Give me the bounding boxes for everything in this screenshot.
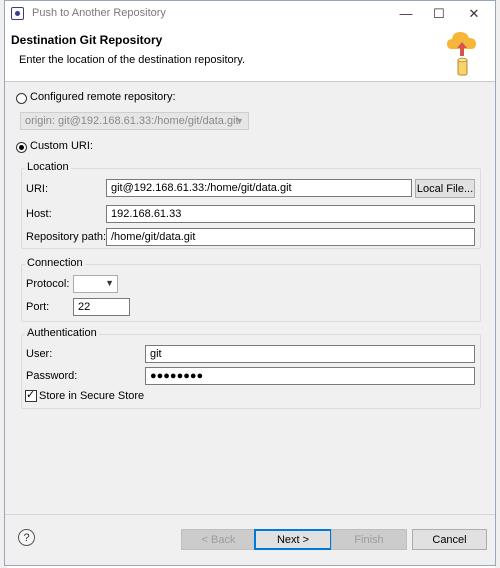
wizard-header: Destination Git Repository Enter the loc… <box>5 26 495 82</box>
protocol-label: Protocol: <box>26 278 70 290</box>
configured-remote-value: origin: git@192.168.61.33:/home/git/data… <box>25 115 239 127</box>
location-group-label: Location <box>25 161 71 173</box>
page-description: Enter the location of the destination re… <box>19 54 246 66</box>
custom-uri-radio[interactable] <box>16 142 27 153</box>
user-label: User: <box>26 348 53 360</box>
close-button[interactable]: ✕ <box>459 3 489 24</box>
window-title: Push to Another Repository <box>32 7 166 19</box>
minimize-button[interactable]: — <box>391 3 421 24</box>
push-dialog: Push to Another Repository — ☐ ✕ Destina… <box>4 0 496 566</box>
configured-remote-select: origin: git@192.168.61.33:/home/git/data… <box>20 112 249 130</box>
title-bar: Push to Another Repository — ☐ ✕ <box>5 1 495 26</box>
store-secure-checkbox[interactable]: ✓ <box>25 389 37 402</box>
host-label: Host: <box>26 208 52 220</box>
store-secure-label[interactable]: Store in Secure Store <box>39 390 144 402</box>
local-file-button[interactable]: Local File... <box>415 179 475 198</box>
uri-label: URI: <box>26 183 48 195</box>
uri-input[interactable]: git@192.168.61.33:/home/git/data.git <box>106 179 412 197</box>
eclipse-icon <box>11 7 24 20</box>
user-input[interactable]: git <box>145 345 475 363</box>
configured-remote-radio[interactable] <box>16 93 27 104</box>
cancel-button[interactable]: Cancel <box>412 529 487 550</box>
chevron-down-icon: ▼ <box>105 278 114 288</box>
repository-path-label: Repository path: <box>26 231 107 243</box>
password-label: Password: <box>26 370 78 382</box>
page-title: Destination Git Repository <box>11 33 163 47</box>
port-label: Port: <box>26 301 50 313</box>
port-input[interactable]: 22 <box>73 298 130 316</box>
help-icon[interactable]: ? <box>18 529 35 546</box>
next-button[interactable]: Next > <box>254 529 332 550</box>
cloud-upload-icon <box>447 32 476 76</box>
checkmark-icon: ✓ <box>26 389 36 401</box>
button-bar-separator <box>5 514 495 515</box>
chevron-down-icon: ▼ <box>235 116 244 126</box>
finish-button[interactable]: Finish <box>331 529 407 550</box>
password-input[interactable]: ●●●●●●●● <box>145 367 475 385</box>
custom-uri-label[interactable]: Custom URI: <box>30 140 93 152</box>
host-input[interactable]: 192.168.61.33 <box>106 205 475 223</box>
connection-group-label: Connection <box>25 257 85 269</box>
repository-path-input[interactable]: /home/git/data.git <box>106 228 475 246</box>
maximize-button[interactable]: ☐ <box>424 3 454 24</box>
back-button[interactable]: < Back <box>181 529 256 550</box>
configured-remote-label[interactable]: Configured remote repository: <box>30 91 176 103</box>
authentication-group-label: Authentication <box>25 327 99 339</box>
protocol-select[interactable]: ▼ <box>73 275 118 293</box>
